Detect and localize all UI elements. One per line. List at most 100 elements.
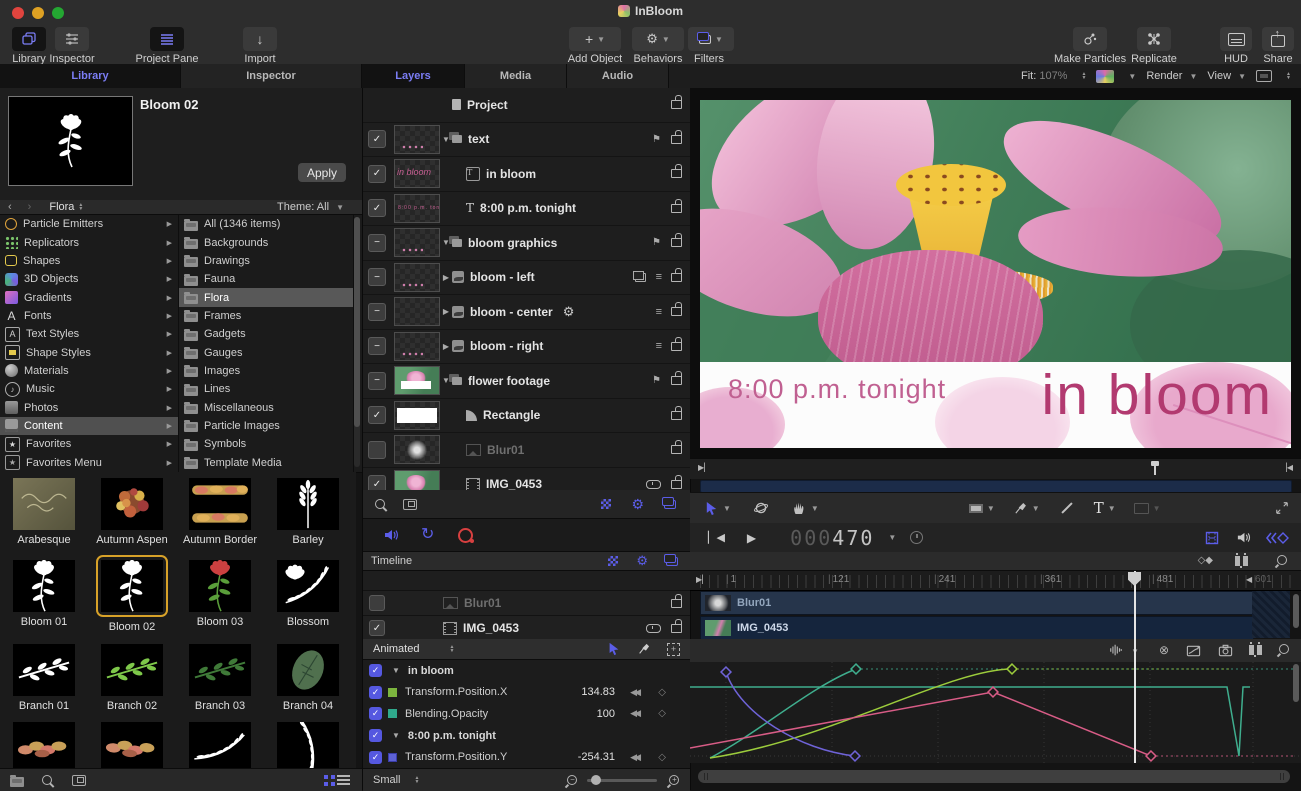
tab-inspector[interactable]: Inspector: [181, 64, 362, 88]
expand-canvas-icon[interactable]: [1275, 501, 1289, 515]
thumb-branch-03[interactable]: Branch 03: [189, 638, 251, 716]
tab-audio[interactable]: Audio: [567, 64, 669, 88]
stack-icon[interactable]: ≡: [656, 340, 661, 352]
lock-icon[interactable]: [671, 411, 682, 420]
activation-checkbox[interactable]: ✓: [368, 406, 386, 424]
track-row-img-0453[interactable]: ✓ IMG_0453: [363, 616, 690, 641]
add-object-button[interactable]: +▼ Add Object: [564, 27, 626, 65]
forward-arrow[interactable]: ›: [28, 201, 32, 213]
folder-drawings[interactable]: Drawings: [179, 252, 353, 270]
preview-toggle-icon[interactable]: [72, 775, 86, 786]
layer-row-in-bloom[interactable]: ✓ in bloom T in bloom: [363, 157, 690, 192]
flag-icon[interactable]: ⚑: [652, 375, 661, 386]
apply-button[interactable]: Apply: [298, 163, 346, 182]
theme-filter-menu[interactable]: Theme: All ▼: [277, 201, 344, 213]
layer-row-blur01[interactable]: Blur01: [363, 433, 690, 468]
activation-checkbox[interactable]: −: [368, 372, 386, 390]
show-filters-icon[interactable]: [664, 500, 676, 509]
display-icon[interactable]: [1256, 70, 1272, 82]
record-icon[interactable]: [458, 528, 473, 543]
fit-curves-icon[interactable]: [1186, 643, 1201, 658]
zoom-in-icon[interactable]: +: [669, 775, 679, 785]
lock-icon[interactable]: [671, 204, 682, 213]
parameter-value[interactable]: 134.83: [581, 686, 615, 698]
lock-icon[interactable]: [671, 169, 682, 178]
show-behaviors-icon[interactable]: ⚙: [631, 496, 644, 513]
flag-icon[interactable]: ⚑: [652, 134, 661, 145]
keyframe-navigation-icon[interactable]: [1265, 531, 1291, 545]
search-icon[interactable]: [42, 775, 52, 785]
folder-backgrounds[interactable]: Backgrounds: [179, 233, 353, 251]
share-button[interactable]: Share: [1258, 27, 1298, 65]
folder-frames[interactable]: Frames: [179, 307, 353, 325]
disclosure-triangle[interactable]: ▼: [392, 731, 400, 740]
inspector-button[interactable]: Inspector: [46, 27, 98, 65]
select-transform-tool[interactable]: [704, 501, 719, 516]
thumb-autumn-aspen[interactable]: Autumn Aspen: [96, 472, 168, 554]
folder-gadgets[interactable]: Gadgets: [179, 325, 353, 343]
track-row-blur01[interactable]: Blur01: [363, 591, 690, 616]
category-3d-objects[interactable]: 3D Objects▶: [0, 270, 178, 288]
parameter-value[interactable]: 100: [597, 708, 615, 720]
lock-icon[interactable]: [671, 273, 682, 282]
chevron-down-icon[interactable]: ▼: [888, 533, 896, 542]
disclosure-triangle[interactable]: ▶: [440, 307, 452, 316]
in-marker[interactable]: ▶▏: [696, 575, 708, 584]
activation-checkbox[interactable]: −: [368, 303, 386, 321]
grid-view-icon[interactable]: [324, 775, 328, 779]
thumb-branch-01[interactable]: Branch 01: [13, 638, 75, 716]
activation-checkbox[interactable]: [368, 441, 386, 459]
out-marker[interactable]: ◀: [1246, 575, 1252, 584]
play-button[interactable]: ▶: [747, 531, 756, 545]
bezier-tool[interactable]: [1013, 501, 1028, 516]
stack-icon[interactable]: ≡: [656, 271, 661, 283]
lock-icon[interactable]: [671, 376, 682, 385]
sketch-keyframes-icon[interactable]: [637, 642, 651, 656]
new-folder-icon[interactable]: [10, 777, 24, 787]
list-view-icon[interactable]: [337, 775, 350, 785]
thumb-branch-04[interactable]: Branch 04: [277, 638, 339, 716]
audio-mute-icon[interactable]: [383, 527, 399, 543]
parameter-checkbox[interactable]: ✓: [369, 686, 382, 699]
hud-button[interactable]: HUD: [1216, 27, 1256, 65]
category-photos[interactable]: Photos▶: [0, 398, 178, 416]
activation-checkbox[interactable]: −: [368, 234, 386, 252]
back-arrow[interactable]: ‹: [8, 201, 12, 213]
lock-icon[interactable]: [671, 238, 682, 247]
curves-scrollbar[interactable]: [1293, 664, 1299, 702]
category-replicators[interactable]: Replicators▶: [0, 233, 178, 251]
previous-keyframe-icon[interactable]: ◀◀: [630, 752, 638, 763]
thumb-blossom[interactable]: Blossom: [277, 554, 339, 638]
activation-checkbox[interactable]: ✓: [368, 199, 386, 217]
timeline-bar-img-0453[interactable]: IMG_0453: [700, 616, 1254, 640]
category-materials[interactable]: Materials▶: [0, 362, 178, 380]
timecode-toggle-icon[interactable]: [910, 531, 923, 544]
folder-lines[interactable]: Lines: [179, 380, 353, 398]
parameter-checkbox[interactable]: ✓: [369, 707, 382, 720]
make-particles-button[interactable]: Make Particles: [1054, 27, 1126, 65]
play-range-in-marker[interactable]: ▶▏: [698, 463, 710, 472]
kf-group-8pm[interactable]: ✓ ▼ 8:00 p.m. tonight: [363, 725, 690, 747]
parameter-checkbox[interactable]: ✓: [369, 729, 382, 742]
chevron-down-icon[interactable]: ▼: [811, 504, 819, 513]
zoom-timeline-icon[interactable]: [1277, 555, 1287, 565]
import-button[interactable]: ↓ Import: [238, 27, 282, 65]
add-keyframe-icon[interactable]: ◇: [658, 687, 666, 698]
playhead-line[interactable]: [1134, 571, 1136, 763]
lock-icon[interactable]: [671, 342, 682, 351]
rectangle-tool[interactable]: [969, 504, 983, 513]
parameter-checkbox[interactable]: ✓: [369, 751, 382, 764]
zoom-curves-icon[interactable]: [1279, 644, 1289, 654]
tracks-scrollbar[interactable]: [1293, 594, 1299, 628]
show-filters-icon[interactable]: [666, 557, 678, 566]
kf-param-position-y[interactable]: ✓ Transform.Position.Y -254.31 ◀◀ ◇: [363, 746, 690, 768]
tab-library[interactable]: Library: [0, 64, 181, 88]
animated-stepper[interactable]: ▲▼: [449, 645, 454, 653]
link-icon[interactable]: [646, 480, 661, 489]
layer-row-flower-footage[interactable]: − ▼ flower footage ⚑: [363, 364, 690, 399]
folder-miscellaneous[interactable]: Miscellaneous: [179, 398, 353, 416]
layer-row-bloom-graphics[interactable]: − ▼ bloom graphics ⚑: [363, 226, 690, 261]
thumb-bloom-02[interactable]: Bloom 02: [96, 554, 168, 638]
keyframe-display-icon[interactable]: ◇◆: [1198, 555, 1213, 566]
parameter-checkbox[interactable]: ✓: [369, 664, 382, 677]
